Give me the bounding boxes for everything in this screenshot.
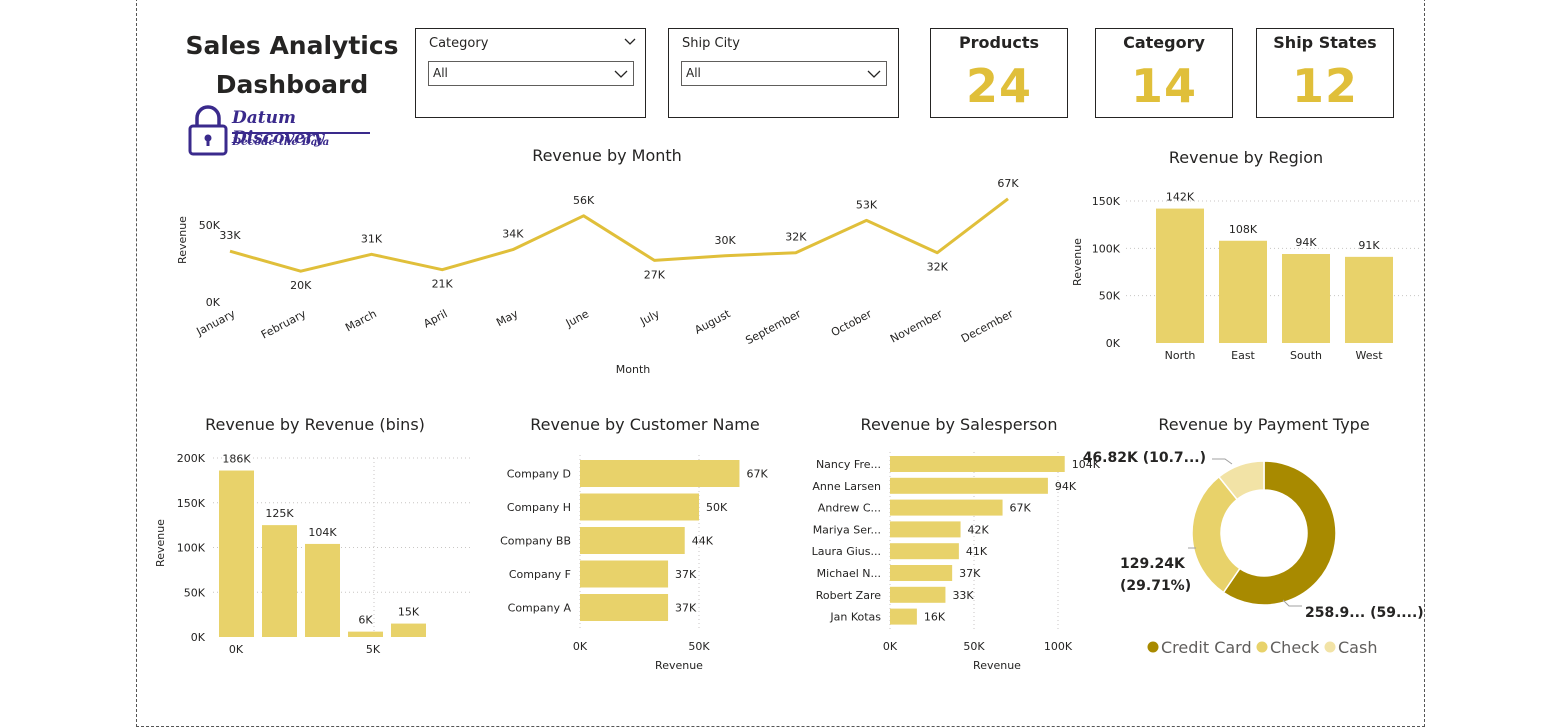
legend-marker: [1324, 641, 1336, 653]
legend-label: Check: [1270, 638, 1320, 657]
legend-marker: [1147, 641, 1159, 653]
data-label: (29.71%): [1120, 578, 1191, 594]
chart-title: Revenue by Payment Type: [1158, 415, 1369, 434]
data-label: 46.82K (10.7...): [1083, 450, 1206, 466]
legend-marker: [1256, 641, 1268, 653]
data-label: 129.24K: [1120, 556, 1186, 572]
legend-label: Credit Card: [1161, 638, 1252, 657]
legend-label: Cash: [1338, 638, 1377, 657]
data-label: 258.9... (59....): [1305, 605, 1424, 621]
leader-line: [1212, 458, 1233, 465]
revenue-by-payment-svg: Revenue by Payment Type 258.9... (59....)…: [1083, 415, 1424, 657]
